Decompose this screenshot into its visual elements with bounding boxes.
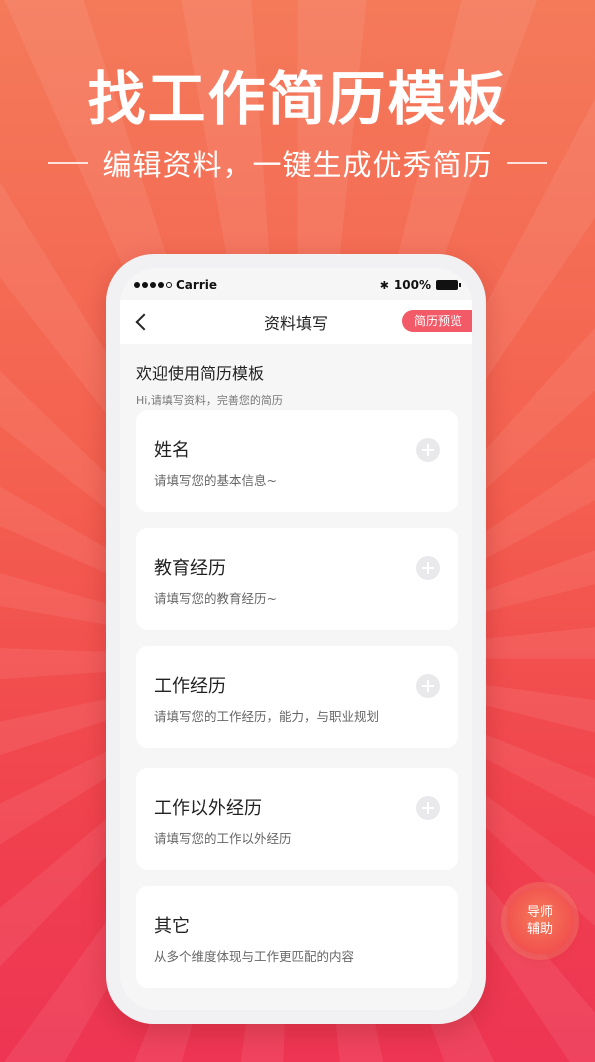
bluetooth-icon: ✱ <box>379 278 389 292</box>
signal-icon <box>134 282 172 288</box>
section-card-other[interactable]: 其它 从多个维度体现与工作更匹配的内容 <box>136 886 458 988</box>
phone-frame: Carrie ✱ 100% 资料填写 简历预览 欢迎使用简历模板 Hi,请填写资… <box>106 254 486 1024</box>
resume-preview-button[interactable]: 简历预览 <box>401 310 472 332</box>
section-desc: 从多个维度体现与工作更匹配的内容 <box>154 949 355 964</box>
section-desc: 请填写您的基本信息~ <box>154 473 277 488</box>
back-icon[interactable] <box>132 312 152 332</box>
status-left: Carrie <box>134 278 217 292</box>
battery-icon <box>436 280 461 290</box>
banner-title: 找工作简历模板 <box>87 65 508 133</box>
banner-subtitle-row: 编辑资料，一键生成优秀简历 <box>0 142 595 184</box>
mentor-label-line1: 导师 <box>526 905 553 920</box>
nav-title: 资料填写 <box>263 314 328 333</box>
status-right: ✱ 100% <box>379 278 461 292</box>
mentor-assist-button[interactable]: 导师 辅助 <box>507 888 573 954</box>
mentor-label-line2: 辅助 <box>526 922 553 937</box>
section-card-work[interactable]: 工作经历 请填写您的工作经历，能力，与职业规划 <box>136 646 458 748</box>
banner-subtitle: 编辑资料，一键生成优秀简历 <box>102 148 493 182</box>
section-desc: 请填写您的教育经历~ <box>154 591 277 606</box>
welcome-title: 欢迎使用简历模板 <box>136 364 265 383</box>
add-icon[interactable] <box>416 674 440 698</box>
section-desc: 请填写您的工作经历，能力，与职业规划 <box>154 709 380 724</box>
add-icon[interactable] <box>416 796 440 820</box>
add-icon[interactable] <box>416 556 440 580</box>
section-card-extra[interactable]: 工作以外经历 请填写您的工作以外经历 <box>136 768 458 870</box>
status-bar: Carrie ✱ 100% <box>134 274 461 296</box>
section-card-education[interactable]: 教育经历 请填写您的教育经历~ <box>136 528 458 630</box>
section-title: 工作经历 <box>154 676 226 697</box>
welcome-subtitle: Hi,请填写资料，完善您的简历 <box>136 394 283 407</box>
phone-screen: Carrie ✱ 100% 资料填写 简历预览 欢迎使用简历模板 Hi,请填写资… <box>120 268 472 1010</box>
section-title: 教育经历 <box>154 558 226 579</box>
section-title: 其它 <box>154 916 190 937</box>
carrier-label: Carrie <box>176 278 217 292</box>
left-divider <box>48 162 89 164</box>
section-desc: 请填写您的工作以外经历 <box>154 831 292 846</box>
right-divider <box>506 162 547 164</box>
section-card-name[interactable]: 姓名 请填写您的基本信息~ <box>136 410 458 512</box>
add-icon[interactable] <box>416 438 440 462</box>
nav-bar: 资料填写 简历预览 <box>120 300 472 344</box>
battery-label: 100% <box>393 278 431 292</box>
section-title: 姓名 <box>154 440 190 461</box>
section-title: 工作以外经历 <box>154 798 262 819</box>
welcome-section: 欢迎使用简历模板 Hi,请填写资料，完善您的简历 <box>136 360 283 408</box>
